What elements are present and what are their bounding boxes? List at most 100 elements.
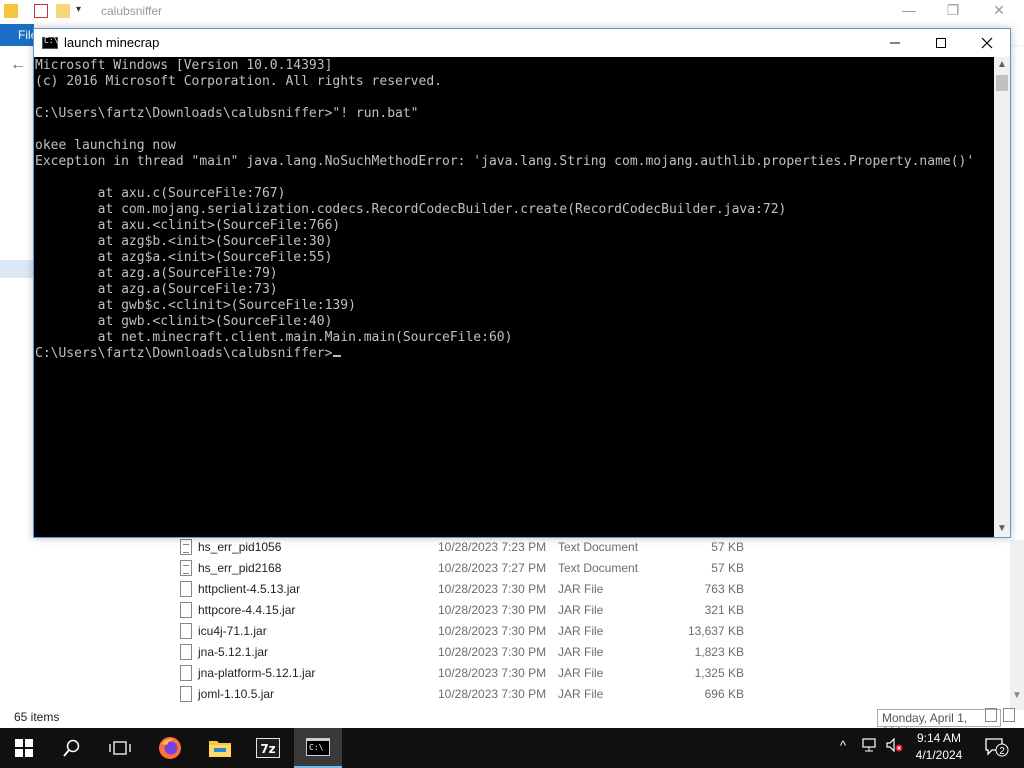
- task-view-icon: [109, 741, 131, 755]
- action-center-icon[interactable]: 2: [984, 736, 1010, 761]
- file-date: 10/28/2023 7:30 PM: [438, 645, 547, 659]
- new-folder-icon[interactable]: [56, 4, 70, 18]
- console-minimize-button[interactable]: [872, 29, 918, 57]
- file-type: JAR File: [558, 666, 604, 680]
- console-line: at gwb.<clinit>(SourceFile:40): [35, 314, 333, 329]
- 7zip-icon: 7z: [256, 738, 280, 758]
- file-name: jna-5.12.1.jar: [198, 645, 269, 659]
- file-size: 57 KB: [711, 561, 744, 575]
- console-line: at azg$b.<init>(SourceFile:30): [35, 234, 333, 249]
- status-item-count: 65 items: [14, 710, 60, 724]
- file-type: Text Document: [558, 540, 639, 554]
- large-icons-view-icon[interactable]: [1003, 708, 1015, 722]
- file-type: JAR File: [558, 645, 604, 659]
- jar-file-icon: [180, 623, 192, 639]
- console-line: Microsoft Windows [Version 10.0.14393]: [35, 58, 333, 73]
- taskbar: 7z C:\ ^ 9:14 AM 4/1/2024 2: [0, 728, 1024, 768]
- console-title: launch minecrap: [64, 35, 160, 50]
- search-button[interactable]: [48, 728, 96, 768]
- jar-file-icon: [180, 581, 192, 597]
- explorer-maximize-button[interactable]: ❐: [938, 2, 968, 19]
- file-date: 10/28/2023 7:23 PM: [438, 540, 547, 554]
- minimize-icon: [890, 42, 900, 44]
- text-document-icon: [180, 539, 192, 555]
- console-line: Exception in thread "main" java.lang.NoS…: [35, 154, 975, 169]
- clock-date: 4/1/2024: [915, 748, 963, 762]
- properties-icon[interactable]: [34, 4, 48, 18]
- command-prompt-icon: C:\: [306, 738, 330, 756]
- file-row[interactable]: httpcore-4.4.15.jar 10/28/2023 7:30 PM JAR…: [180, 600, 760, 621]
- firefox-icon: [159, 737, 181, 759]
- customize-quick-access-icon[interactable]: ▾: [76, 4, 90, 18]
- console-line: C:\Users\fartz\Downloads\calubsniffer>"!…: [35, 106, 419, 121]
- file-tab[interactable]: File: [0, 24, 37, 46]
- file-row[interactable]: httpclient-4.5.13.jar 10/28/2023 7:30 PM J…: [180, 579, 760, 600]
- svg-text:C:\: C:\: [309, 743, 324, 752]
- file-row[interactable]: joml-1.10.5.jar 10/28/2023 7:30 PM JAR Fil…: [180, 684, 760, 705]
- console-line: (c) 2016 Microsoft Corporation. All righ…: [35, 74, 442, 89]
- file-type: JAR File: [558, 582, 604, 596]
- console-scrollbar[interactable]: ▲ ▼: [994, 57, 1010, 537]
- console-prompt: C:\Users\fartz\Downloads\calubsniffer>: [35, 346, 333, 361]
- file-size: 696 KB: [704, 687, 744, 701]
- close-icon: [981, 37, 993, 49]
- nav-pane-item-selected[interactable]: [0, 260, 34, 278]
- console-line: at azg$a.<init>(SourceFile:55): [35, 250, 333, 265]
- network-icon[interactable]: [862, 738, 878, 755]
- notification-count: 2: [999, 746, 1005, 757]
- search-icon: [63, 739, 80, 757]
- console-line: okee launching now: [35, 138, 176, 153]
- folder-icon: [4, 4, 18, 18]
- 7zip-button[interactable]: 7z: [244, 728, 292, 768]
- file-explorer-button[interactable]: [196, 728, 244, 768]
- details-view-icon[interactable]: [985, 708, 997, 722]
- firefox-button[interactable]: [146, 728, 194, 768]
- command-prompt-taskbar-button[interactable]: C:\: [294, 728, 342, 768]
- svg-text:7z: 7z: [260, 742, 275, 756]
- file-name: hs_err_pid1056: [198, 540, 282, 554]
- console-output-area[interactable]: Microsoft Windows [Version 10.0.14393] (c…: [34, 57, 994, 537]
- text-cursor: [333, 355, 342, 357]
- explorer-scrollbar[interactable]: [1010, 540, 1024, 710]
- file-row[interactable]: hs_err_pid2168 10/28/2023 7:27 PM Text Doc…: [180, 558, 760, 579]
- explorer-close-button[interactable]: ✕: [984, 2, 1014, 19]
- file-row[interactable]: jna-platform-5.12.1.jar 10/28/2023 7:30 P…: [180, 663, 760, 684]
- task-view-button[interactable]: [96, 728, 144, 768]
- console-window[interactable]: C:\ launch minecrap Microsoft Windows [V…: [33, 28, 1011, 538]
- text-document-icon: [180, 560, 192, 576]
- taskbar-clock[interactable]: 9:14 AM 4/1/2024: [908, 730, 970, 764]
- file-name: icu4j-71.1.jar: [198, 624, 267, 638]
- nav-pane-item[interactable]: [0, 294, 34, 312]
- file-size: 321 KB: [704, 603, 744, 617]
- windows-logo-icon: [15, 739, 33, 757]
- file-type: Text Document: [558, 561, 639, 575]
- explorer-minimize-button[interactable]: —: [894, 2, 924, 18]
- console-maximize-button[interactable]: [918, 29, 964, 57]
- console-line: at azg.a(SourceFile:73): [35, 282, 278, 297]
- file-row[interactable]: hs_err_pid1056 10/28/2023 7:23 PM Text Doc…: [180, 537, 760, 558]
- console-line: at gwb$c.<clinit>(SourceFile:139): [35, 298, 356, 313]
- console-line: at net.minecraft.client.main.Main.main(S…: [35, 330, 513, 345]
- console-titlebar[interactable]: C:\ launch minecrap: [34, 29, 1010, 57]
- console-text: Microsoft Windows [Version 10.0.14393] (c…: [35, 58, 974, 362]
- volume-muted-icon[interactable]: [886, 737, 904, 755]
- nav-pane-item[interactable]: [0, 232, 34, 250]
- file-name: httpclient-4.5.13.jar: [198, 582, 301, 596]
- file-row[interactable]: jna-5.12.1.jar 10/28/2023 7:30 PM JAR File…: [180, 642, 760, 663]
- scroll-down-icon[interactable]: ▼: [1012, 690, 1022, 701]
- file-date: 10/28/2023 7:30 PM: [438, 603, 547, 617]
- clock-time: 9:14 AM: [916, 731, 962, 745]
- back-arrow-icon[interactable]: ←: [10, 56, 26, 74]
- show-hidden-icons-icon[interactable]: ^: [840, 738, 846, 753]
- console-close-button[interactable]: [964, 29, 1010, 57]
- start-button[interactable]: [0, 728, 48, 768]
- file-row[interactable]: icu4j-71.1.jar 10/28/2023 7:30 PM JAR File…: [180, 621, 760, 642]
- jar-file-icon: [180, 686, 192, 702]
- scroll-up-icon[interactable]: ▲: [997, 59, 1007, 70]
- scroll-down-icon[interactable]: ▼: [997, 523, 1007, 534]
- scrollbar-thumb[interactable]: [996, 75, 1008, 91]
- console-line: at axu.<clinit>(SourceFile:766): [35, 218, 341, 233]
